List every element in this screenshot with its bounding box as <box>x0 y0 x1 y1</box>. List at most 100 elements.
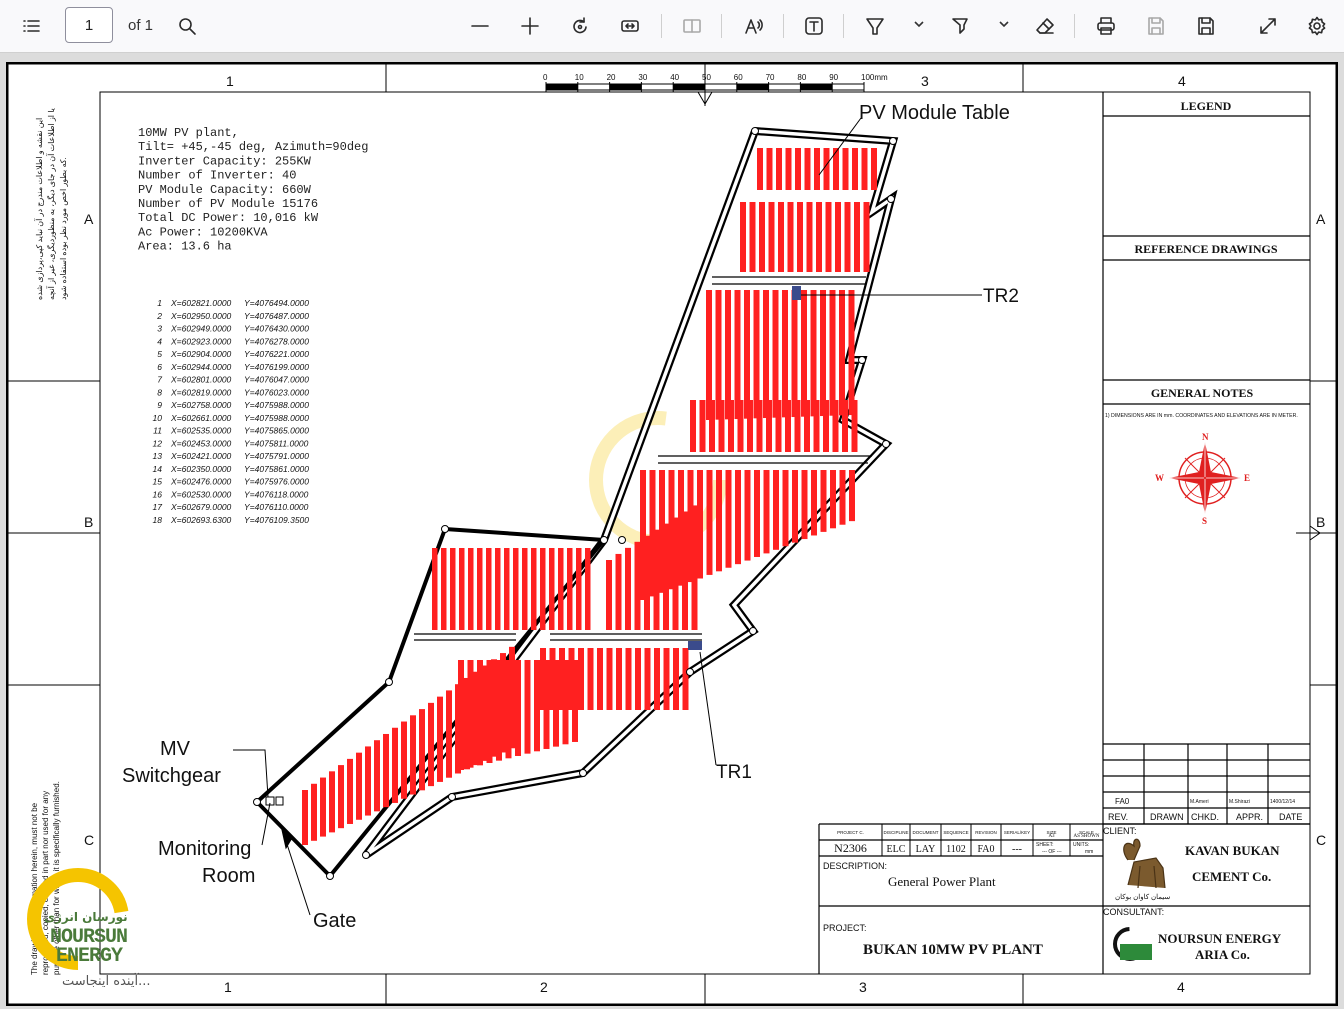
eraser-icon[interactable] <box>1028 9 1062 43</box>
svg-text:S: S <box>1202 516 1207 526</box>
highlight-icon[interactable] <box>943 9 977 43</box>
pv-table <box>849 470 855 522</box>
client-line2: CEMENT Co. <box>1192 869 1271 884</box>
coordinate-index: 9 <box>157 400 162 410</box>
monitoring-room-box <box>275 796 284 806</box>
pv-table <box>844 202 851 272</box>
plant-info-line: 10MW PV plant, <box>138 126 239 140</box>
pv-table <box>782 290 788 418</box>
pv-table <box>797 202 803 272</box>
rotate-icon[interactable] <box>563 9 597 43</box>
pv-table <box>347 758 353 824</box>
save-icon[interactable] <box>1139 9 1173 43</box>
pv-table <box>709 400 715 452</box>
two-page-icon[interactable] <box>675 9 709 43</box>
boundary-node <box>751 127 759 135</box>
coordinate-index: 3 <box>157 324 162 334</box>
coordinate-y: Y=4076118.0000 <box>244 489 309 499</box>
pv-table <box>735 470 741 565</box>
coordinate-index: 16 <box>153 489 163 499</box>
coordinate-index: 2 <box>156 311 162 321</box>
code-header: SEQUENCE <box>943 830 968 835</box>
code-value: 1102 <box>946 844 966 855</box>
client-logo: سیمان کاوان بوکان <box>1115 838 1170 901</box>
save-as-icon[interactable] <box>1189 9 1223 43</box>
pv-table <box>823 400 829 452</box>
grid-label-bottom: 1 <box>224 979 232 995</box>
coordinate-y: Y=4075811.0000 <box>244 438 309 448</box>
pv-table <box>365 746 371 816</box>
settings-icon[interactable] <box>1300 9 1334 43</box>
page-number-input[interactable]: 1 <box>65 7 113 43</box>
coordinate-index: 13 <box>153 451 163 461</box>
document-viewer[interactable]: 1 3 4 1 2 3 4 A B C A B C 0 10 20 30 40 50 60 7… <box>0 53 1344 1009</box>
expand-icon[interactable] <box>1251 9 1285 43</box>
coordinate-y: Y=4075861.0000 <box>244 464 309 474</box>
pv-table <box>806 202 813 272</box>
pv-table <box>768 202 775 272</box>
pv-table <box>749 202 756 272</box>
pv-table <box>792 470 798 543</box>
fit-page-icon[interactable] <box>613 9 647 43</box>
code-value: AS SHOWN <box>1074 834 1100 839</box>
coordinate-index: 1 <box>157 298 162 308</box>
checked-header: CHKD. <box>1191 812 1219 822</box>
pv-table <box>428 702 434 787</box>
notes-title: GENERAL NOTES <box>1151 386 1254 400</box>
approved-header: APPR. <box>1236 812 1263 822</box>
search-icon[interactable] <box>170 9 204 43</box>
boundary-node <box>600 536 608 544</box>
pv-table <box>531 548 537 630</box>
grid-label-top: 3 <box>921 73 929 89</box>
consultant-label: CONSULTANT: <box>1103 907 1164 917</box>
coordinate-x: X=602944.0000 <box>170 362 232 372</box>
coordinate-index: 14 <box>153 464 163 474</box>
pv-table <box>515 660 521 756</box>
tr2-callout: TR2 <box>983 286 1019 307</box>
code-value: N2306 <box>834 841 867 855</box>
pv-table <box>820 470 827 532</box>
coordinate-index: 6 <box>157 362 162 372</box>
coordinates-table: 1 X=602821.0000 Y=4076494.0000 2 X=602950.00… <box>153 298 310 525</box>
boundary-node <box>326 872 334 880</box>
zoom-in-icon[interactable] <box>513 9 547 43</box>
coordinate-y: Y=4076430.0000 <box>244 324 309 334</box>
plant-info-line: Tilt= +45,-45 deg, Azimuth=90deg <box>138 140 368 154</box>
mv-leader <box>233 749 269 798</box>
pv-table <box>682 648 689 710</box>
draw-icon[interactable] <box>858 9 892 43</box>
pv-table <box>839 470 846 525</box>
sidebar-toggle-icon[interactable] <box>14 9 48 43</box>
zoom-out-icon[interactable] <box>463 9 497 43</box>
noursun-logo-overlay: نورسان انرژی NOURSUN ENERGY آینده اینجاس… <box>27 868 151 989</box>
grid-label-left: C <box>84 832 94 848</box>
print-icon[interactable] <box>1089 9 1123 43</box>
pv-table <box>459 548 465 630</box>
text-box-icon[interactable] <box>797 9 831 43</box>
grid-label-right: C <box>1316 832 1326 848</box>
pv-table-callout: PV Module Table <box>859 102 1010 124</box>
coordinate-x: X=602476.0000 <box>170 477 232 487</box>
pv-table <box>496 660 502 761</box>
pv-table <box>785 148 792 190</box>
pv-table <box>691 505 698 630</box>
boundary-node <box>448 793 456 801</box>
code-header: SERIAL/KEY <box>1004 830 1030 835</box>
units-label: UNITS: <box>1073 842 1089 848</box>
consultant-line1: NOURSUN ENERGY <box>1158 931 1282 946</box>
coordinate-y: Y=4075976.0000 <box>244 477 309 487</box>
boundary-node <box>385 678 393 686</box>
chevron-down-icon[interactable] <box>997 17 1013 33</box>
coordinate-x: X=602661.0000 <box>170 413 232 423</box>
pv-table <box>776 148 782 190</box>
plant-info-line: Inverter Capacity: 255KW <box>138 154 312 168</box>
pv-table <box>549 548 555 630</box>
read-aloud-icon[interactable] <box>737 9 771 43</box>
chevron-down-icon[interactable] <box>912 17 928 33</box>
code-value: --- <box>1012 844 1022 855</box>
pv-table <box>718 400 725 452</box>
boundary-node <box>362 851 370 859</box>
svg-text:این نقشه و اطلاعات مندرج در آن: این نقشه و اطلاعات مندرج در آن نباید کپی… <box>34 118 44 300</box>
svg-text:ENERGY: ENERGY <box>56 945 123 968</box>
pv-table <box>773 470 779 550</box>
